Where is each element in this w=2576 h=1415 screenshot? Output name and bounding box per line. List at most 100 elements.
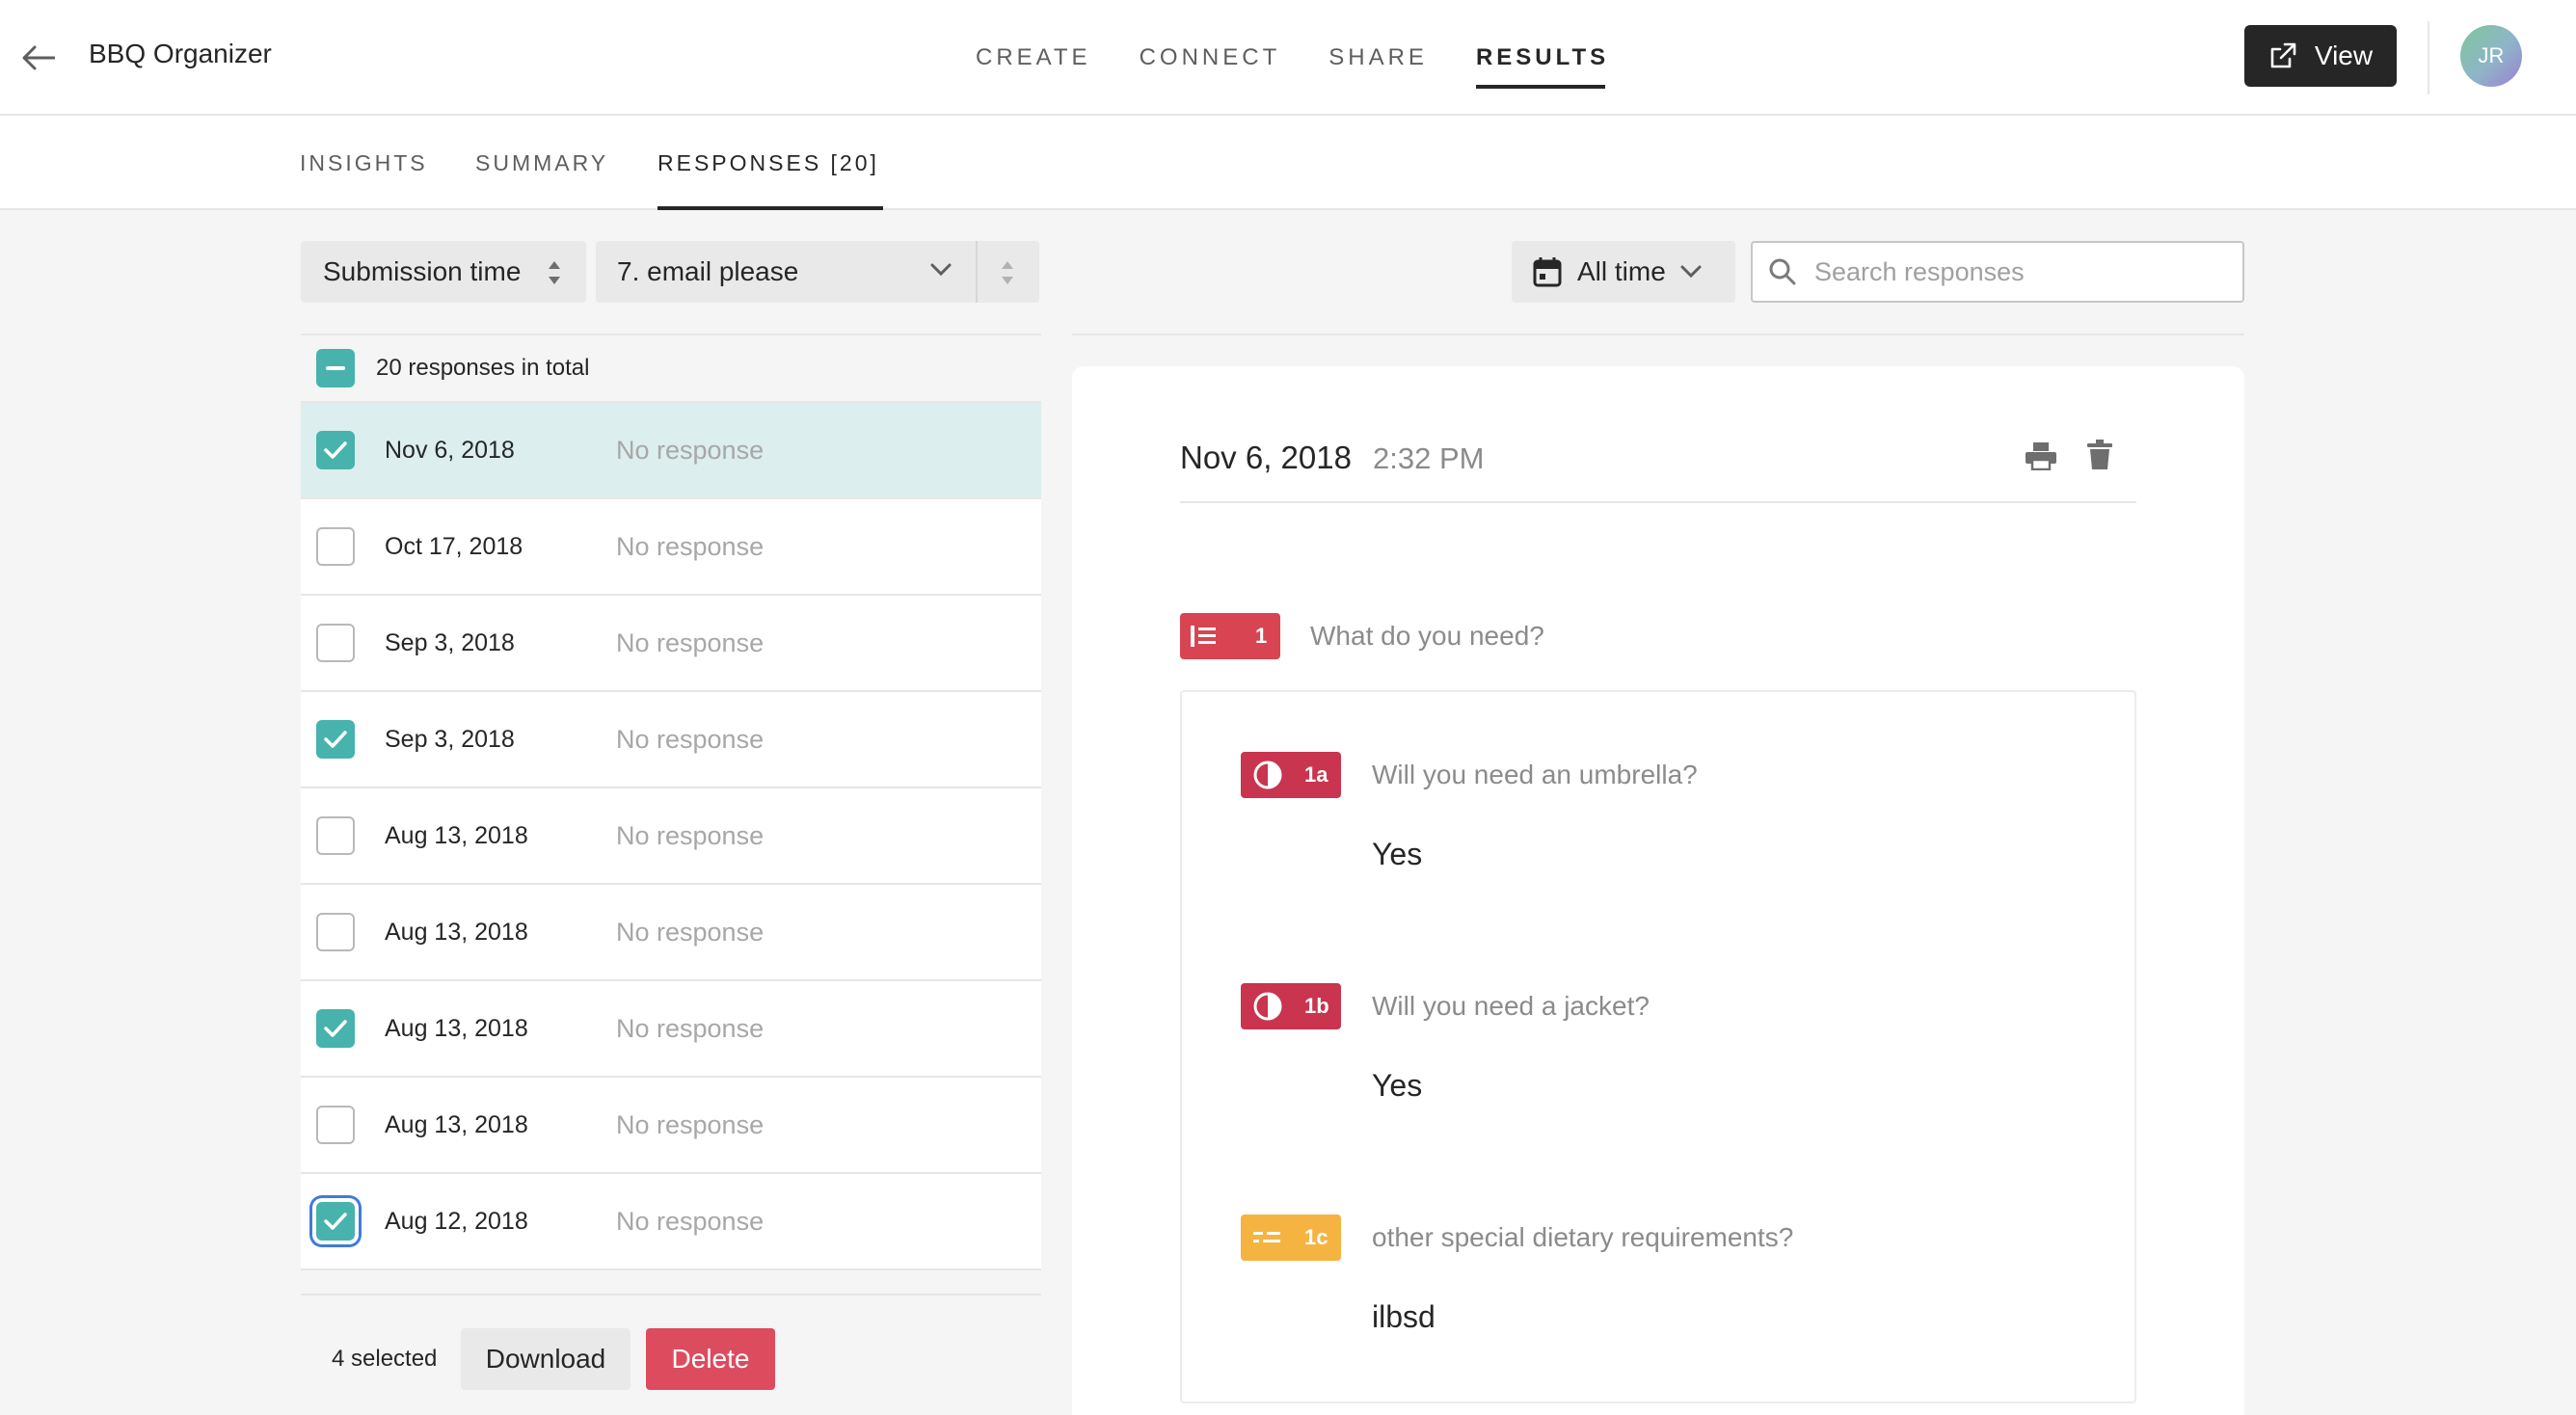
row-checkbox[interactable] xyxy=(316,913,355,951)
download-button[interactable]: Download xyxy=(461,1328,631,1390)
list-item[interactable]: Aug 13, 2018 No response xyxy=(301,1076,1041,1172)
sort-label: Submission time xyxy=(323,256,522,286)
search-input[interactable]: Search responses xyxy=(1751,241,2244,303)
question-1b-text: Will you need a jacket? xyxy=(1372,991,1650,1021)
avatar[interactable]: JR xyxy=(2460,25,2522,87)
view-label: View xyxy=(2314,40,2374,70)
question-group-text: What do you need? xyxy=(1310,621,1544,651)
tab-summary[interactable]: SUMMARY xyxy=(475,116,608,210)
header-divider xyxy=(2428,21,2429,94)
select-all-checkbox[interactable] xyxy=(316,349,355,387)
row-checkbox[interactable] xyxy=(316,431,355,469)
tab-connect[interactable]: CONNECT xyxy=(1140,0,1281,116)
back-button[interactable] xyxy=(17,37,60,79)
row-response: No response xyxy=(616,1013,765,1043)
question-1b-badge: 1b xyxy=(1241,983,1341,1029)
row-response: No response xyxy=(616,435,765,465)
sub-tabs: INSIGHTS SUMMARY RESPONSES [20] xyxy=(0,116,2576,210)
list-header: 20 responses in total xyxy=(301,334,1041,401)
row-checkbox[interactable] xyxy=(316,527,355,566)
list-item[interactable]: Aug 12, 2018 No response xyxy=(301,1172,1041,1268)
row-date: Aug 13, 2018 xyxy=(385,1014,528,1042)
tab-insights[interactable]: INSIGHTS xyxy=(300,116,428,210)
sort-select[interactable]: Submission time xyxy=(301,241,586,303)
answer-1a: Yes xyxy=(1372,837,1423,871)
detail-date: Nov 6, 2018 xyxy=(1180,440,1352,475)
yes-no-icon xyxy=(1253,992,1282,1021)
arrow-left-icon xyxy=(22,45,55,70)
response-detail: Nov 6, 2018 2:32 PM 1 What do you need? … xyxy=(1072,366,2244,1415)
app-title: BBQ Organizer xyxy=(89,39,272,68)
list-item[interactable]: Aug 13, 2018 No response xyxy=(301,883,1041,979)
tab-responses[interactable]: RESPONSES [20] xyxy=(657,116,883,210)
minus-icon xyxy=(326,366,345,370)
yes-no-icon xyxy=(1253,761,1282,789)
date-range-select[interactable]: All time xyxy=(1512,241,1735,303)
list-item[interactable]: Sep 3, 2018 No response xyxy=(301,690,1041,787)
list-item[interactable]: Nov 6, 2018 No response xyxy=(301,401,1041,497)
list-item[interactable]: Aug 13, 2018 No response xyxy=(301,787,1041,883)
total-responses-label: 20 responses in total xyxy=(376,355,590,381)
row-date: Sep 3, 2018 xyxy=(385,725,515,753)
tab-results[interactable]: RESULTS xyxy=(1475,0,1609,116)
row-checkbox[interactable] xyxy=(316,1009,355,1048)
list-item[interactable]: Aug 13, 2018 No response xyxy=(301,979,1041,1076)
print-button[interactable] xyxy=(2025,441,2057,475)
trash-icon xyxy=(2087,440,2112,469)
row-response: No response xyxy=(616,724,765,754)
row-date: Aug 13, 2018 xyxy=(385,918,528,946)
response-list: 20 responses in total Nov 6, 2018 No resp… xyxy=(301,334,1041,1270)
row-response: No response xyxy=(616,1109,765,1139)
question-1c-number: 1c xyxy=(1304,1225,1328,1249)
select-divider xyxy=(976,241,978,303)
question-1a-badge: 1a xyxy=(1241,752,1341,798)
detail-divider xyxy=(1072,334,2244,335)
row-checkbox[interactable] xyxy=(316,816,355,855)
sort-arrows-icon[interactable] xyxy=(999,258,1016,287)
list-item[interactable]: Oct 17, 2018 No response xyxy=(301,497,1041,594)
row-date: Oct 17, 2018 xyxy=(385,532,523,560)
date-range-label: All time xyxy=(1577,256,1666,286)
check-icon xyxy=(324,1020,347,1037)
row-checkbox[interactable] xyxy=(316,1106,355,1144)
question-select-label: 7. email please xyxy=(617,256,799,286)
row-date: Aug 13, 2018 xyxy=(385,1110,528,1138)
search-placeholder: Search responses xyxy=(1814,256,2025,286)
chevron-down-icon xyxy=(930,263,952,277)
search-icon xyxy=(1769,258,1796,285)
question-group-badge: 1 xyxy=(1180,613,1280,659)
tab-create[interactable]: CREATE xyxy=(976,0,1091,116)
check-icon xyxy=(324,731,347,748)
selection-footer: 4 selected Download Delete xyxy=(301,1294,1041,1415)
calendar-icon xyxy=(1533,257,1562,287)
question-1a-number: 1a xyxy=(1304,762,1328,787)
row-response: No response xyxy=(616,820,765,850)
list-item[interactable]: Sep 3, 2018 No response xyxy=(301,594,1041,690)
chevron-down-icon xyxy=(1680,265,1702,279)
short-text-icon xyxy=(1253,1232,1280,1242)
sort-arrows-icon xyxy=(549,261,560,284)
row-date: Nov 6, 2018 xyxy=(385,436,515,464)
question-select[interactable]: 7. email please xyxy=(596,241,1039,303)
question-1b-number: 1b xyxy=(1304,994,1329,1018)
row-date: Aug 13, 2018 xyxy=(385,821,528,849)
row-checkbox[interactable] xyxy=(316,1202,355,1241)
row-checkbox[interactable] xyxy=(316,624,355,662)
row-response: No response xyxy=(616,627,765,657)
detail-time: 2:32 PM xyxy=(1373,441,1485,475)
top-bar: BBQ Organizer CREATE CONNECT SHARE RESUL… xyxy=(0,0,2576,116)
delete-button[interactable]: Delete xyxy=(646,1328,775,1390)
tab-share[interactable]: SHARE xyxy=(1328,0,1428,116)
delete-response-button[interactable] xyxy=(2086,440,2113,475)
row-checkbox[interactable] xyxy=(316,720,355,759)
row-date: Sep 3, 2018 xyxy=(385,628,515,656)
question-1c-text: other special dietary requirements? xyxy=(1372,1222,1794,1252)
question-group-icon xyxy=(1191,626,1216,647)
check-icon xyxy=(324,1213,347,1230)
question-group-number: 1 xyxy=(1255,624,1268,648)
selected-count: 4 selected xyxy=(332,1346,438,1372)
view-button[interactable]: View xyxy=(2244,25,2397,87)
question-1a-text: Will you need an umbrella? xyxy=(1372,760,1698,789)
check-icon xyxy=(324,441,347,459)
answer-1b: Yes xyxy=(1372,1068,1423,1103)
